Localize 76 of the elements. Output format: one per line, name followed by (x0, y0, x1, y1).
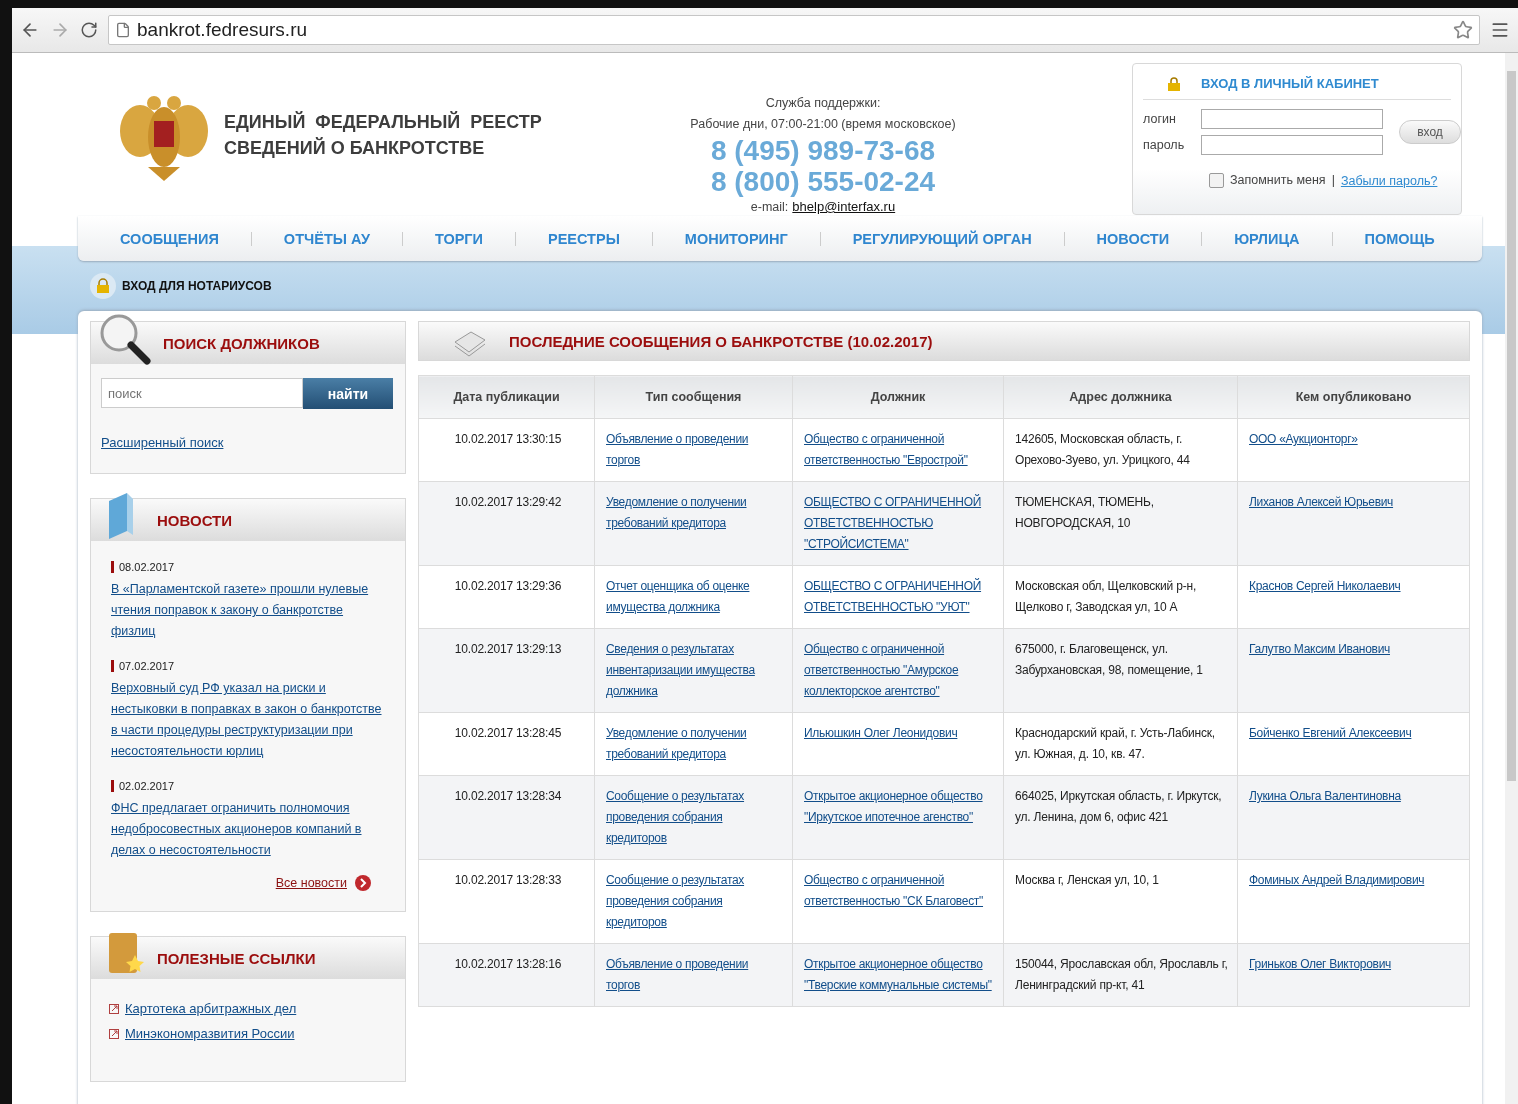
notary-login-link[interactable]: ВХОД ДЛЯ НОТАРИУСОВ (122, 279, 272, 293)
support-label: Служба поддержки: (765, 95, 881, 112)
date-cell: 10.02.2017 13:28:33 (418, 859, 595, 944)
news-date: 08.02.2017 (111, 561, 175, 573)
nav-link[interactable]: ЮРЛИЦА (1201, 231, 1332, 246)
phone-number: 8 (495) 989-73-68 (710, 135, 936, 166)
search-field[interactable]: поиск (101, 378, 303, 408)
address-bar[interactable]: bankrot.fedresurs.ru (108, 15, 1480, 45)
scrollbar-thumb[interactable] (1507, 71, 1516, 781)
address-cell: 675000, г. Благовещенск, ул. Забурхановская, 98, помещение, 1 (1003, 628, 1238, 713)
external-link-icon (109, 1028, 119, 1039)
forgot-password-link[interactable]: Забыли пароль? (1340, 173, 1438, 188)
date-cell: 10.02.2017 13:29:42 (418, 481, 595, 566)
date-cell: 10.02.2017 13:30:15 (418, 418, 595, 482)
date-cell: 10.02.2017 13:28:16 (418, 943, 595, 1007)
address-cell: 150044, Ярославская обл, Ярославль г, Ленинградский пр-кт, 41 (1003, 943, 1238, 1007)
login-title: ВХОД В ЛИЧНЫЙ КАБИНЕТ (1201, 76, 1379, 91)
column-header: Тип сообщения (594, 375, 793, 419)
address-cell: Москва г, Ленская ул, 10, 1 (1003, 859, 1238, 944)
password-field[interactable] (1201, 135, 1383, 155)
nav-link[interactable]: МОНИТОРИНГ (651, 231, 820, 246)
column-header: Должник (792, 375, 1004, 419)
separator: | (1331, 172, 1335, 189)
address-cell: ТЮМЕНСКАЯ, ТЮМЕНЬ, НОВГОРОДСКАЯ, 10 (1003, 481, 1238, 566)
panel-title: ПОИСК ДОЛЖНИКОВ (163, 334, 320, 352)
email-link[interactable]: bhelp@interfax.ru (792, 199, 896, 214)
news-link[interactable]: В «Парламентской газете» прошли нулевые чтения поправок к закону о банкротстве физлиц (111, 579, 385, 642)
nav-link[interactable]: ТОРГИ (401, 231, 515, 246)
date-cell: 10.02.2017 13:29:36 (418, 565, 595, 629)
reload-icon[interactable] (80, 21, 98, 39)
scrollbar[interactable] (1505, 53, 1518, 1104)
nav-link[interactable]: НОВОСТИ (1063, 231, 1202, 246)
address-cell: Краснодарский край, г. Усть-Лабинск, ул. Южная, д. 10, кв. 47. (1003, 712, 1238, 776)
useful-link[interactable]: Картотека арбитражных дел (125, 1001, 297, 1016)
nav-link[interactable]: РЕГУЛИРУЮЩИЙ ОРГАН (819, 231, 1064, 246)
login-field[interactable] (1201, 109, 1383, 129)
news-link[interactable]: ФНС предлагает ограничить полномочия недобросовестных акционеров компаний в делах о несостоятельности (111, 798, 385, 861)
address-cell: 664025, Иркутская область, г. Иркутск, ул. Ленина, дом 6, офис 421 (1003, 775, 1238, 860)
panel-title: НОВОСТИ (157, 511, 233, 529)
useful-link[interactable]: Минэкономразвития России (125, 1026, 295, 1041)
page-icon (115, 22, 131, 38)
login-button[interactable]: вход (1399, 120, 1461, 144)
news-date: 02.02.2017 (111, 780, 175, 792)
padlock-icon (90, 273, 116, 299)
date-cell: 10.02.2017 13:29:13 (418, 628, 595, 713)
column-header: Дата публикации (418, 375, 595, 419)
site-title: ЕДИНЫЙ ФЕДЕРАЛЬНЫЙ РЕЕСТР СВЕДЕНИЙ О БАНКРОТСТВЕ (224, 110, 542, 160)
padlock-icon (1167, 76, 1181, 91)
support-hours: Рабочие дни, 07:00-21:00 (время московское) (690, 116, 956, 133)
email-label: e-mail: (750, 199, 789, 216)
login-label: логин (1143, 110, 1177, 128)
remember-checkbox[interactable] (1209, 173, 1224, 188)
all-news-link[interactable]: Все новости (275, 876, 347, 890)
chevron-right-icon (355, 875, 371, 891)
date-cell: 10.02.2017 13:28:45 (418, 712, 595, 776)
external-link-icon (109, 1003, 119, 1014)
advanced-search-link[interactable]: Расширенный поиск (101, 435, 224, 450)
panel-title: ПОЛЕЗНЫЕ ССЫЛКИ (157, 949, 316, 967)
password-label: пароль (1143, 136, 1186, 154)
address-cell: 142605, Московская область, г. Орехово-Зуево, ул. Урицкого, 44 (1003, 418, 1238, 482)
nav-link[interactable]: ОТЧЁТЫ АУ (250, 231, 402, 246)
star-icon[interactable] (1453, 20, 1473, 40)
find-button[interactable]: найти (303, 378, 393, 409)
nav-link[interactable]: РЕЕСТРЫ (515, 231, 652, 246)
remember-label: Запомнить меня (1230, 172, 1326, 189)
nav-link[interactable]: ПОМОЩЬ (1331, 231, 1467, 246)
column-header: Кем опубликовано (1237, 375, 1470, 419)
news-date: 07.02.2017 (111, 660, 175, 672)
nav-link[interactable]: СООБЩЕНИЯ (88, 231, 251, 246)
address-cell: Московская обл, Щелковский р-н, Щелково г, Заводская ул, 10 А (1003, 565, 1238, 629)
messages-title: ПОСЛЕДНИЕ СООБЩЕНИЯ О БАНКРОТСТВЕ (10.02.2017) (509, 332, 933, 350)
phone-number: 8 (800) 555-02-24 (710, 166, 936, 197)
news-link[interactable]: Верховный суд РФ указал на риски и нестыковки в поправках в закон о банкротстве в части процедуры реструктуризации при несостоятельности юрлиц (111, 678, 385, 762)
date-cell: 10.02.2017 13:28:34 (418, 775, 595, 860)
column-header: Адрес должника (1003, 375, 1238, 419)
menu-icon[interactable] (1490, 20, 1510, 40)
